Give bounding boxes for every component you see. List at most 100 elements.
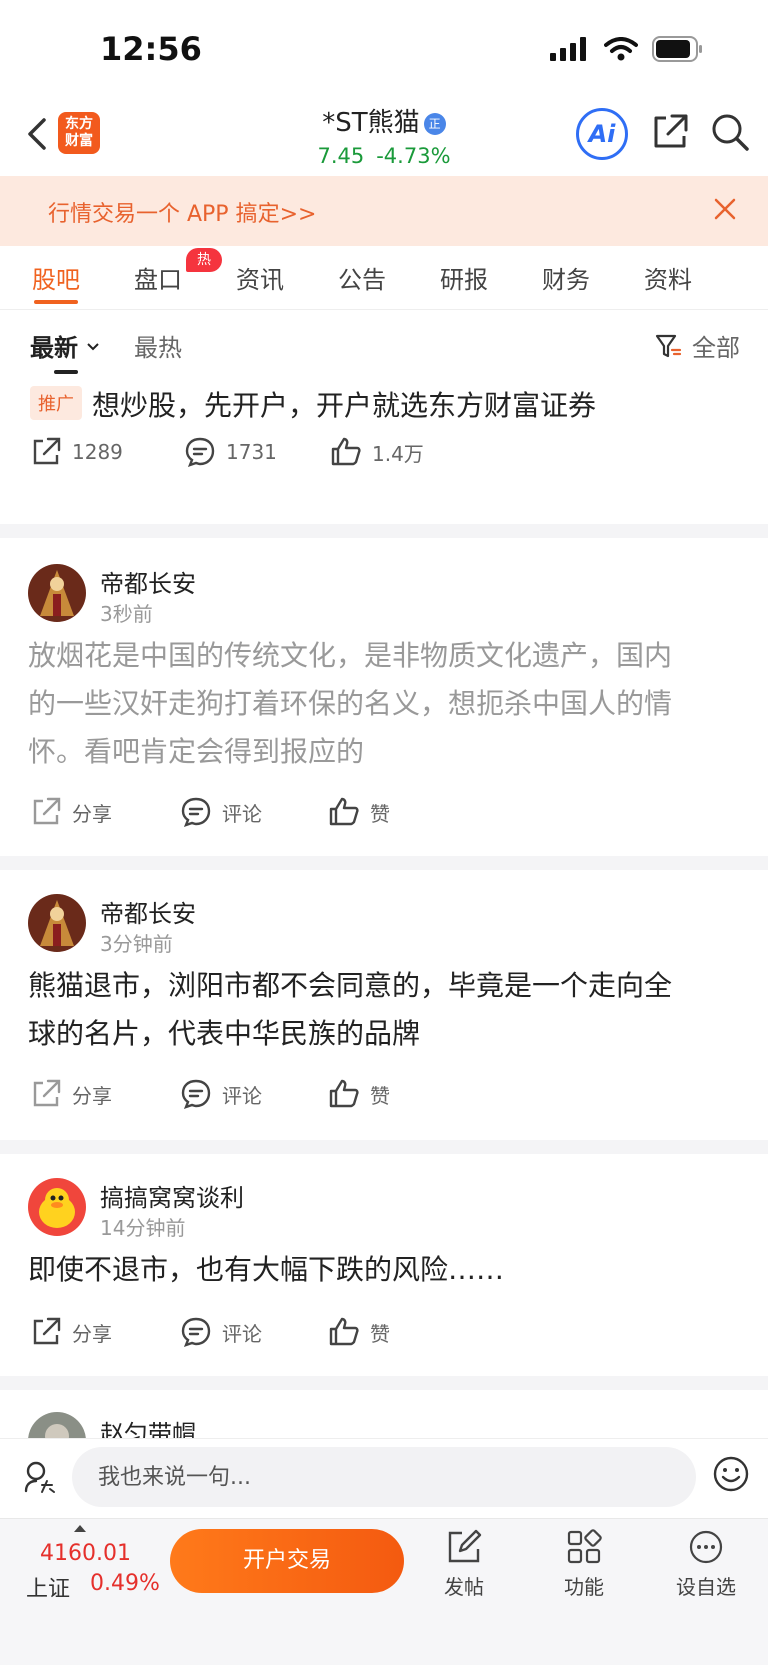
like-button[interactable]: 1.4万 xyxy=(330,436,424,468)
post-content[interactable]: 熊猫退市，浏阳市都不会同意的，毕竟是一个走向全 球的名片，代表中华民族的品牌 xyxy=(28,962,740,1058)
avatar[interactable] xyxy=(28,564,86,622)
sort-latest[interactable]: 最新 xyxy=(30,328,100,363)
like-label: 赞 xyxy=(370,1083,390,1108)
comment-input[interactable] xyxy=(72,1447,696,1507)
thumbs-up-icon xyxy=(329,1317,359,1346)
promo-post-actions: 1289 1731 1.4万 xyxy=(0,436,768,476)
index-name[interactable]: 上证 xyxy=(26,1571,70,1603)
post-item[interactable]: 搞搞窝窝谈利 14分钟前 即使不退市，也有大幅下跌的风险…… 分享 评论 赞 xyxy=(0,1178,768,1372)
section-divider xyxy=(0,524,768,538)
promo-tag: 推广 xyxy=(30,386,82,420)
more-icon xyxy=(689,1530,723,1564)
like-button[interactable]: 赞 xyxy=(328,1078,390,1110)
emoji-icon[interactable] xyxy=(712,1455,750,1493)
ai-assistant-button[interactable]: Ai xyxy=(576,108,628,160)
share-icon xyxy=(33,437,61,465)
comment-icon xyxy=(181,1317,211,1347)
avatar[interactable] xyxy=(28,1178,86,1236)
function-label: 功能 xyxy=(564,1575,604,1599)
user-switch-icon[interactable] xyxy=(22,1459,58,1495)
filter-icon xyxy=(655,334,682,357)
hot-badge: 热 xyxy=(186,248,222,272)
stock-price: 7.45 xyxy=(317,144,365,168)
tab-announcements[interactable]: 公告 xyxy=(338,260,386,295)
promo-banner-text[interactable]: 行情交易一个 APP 搞定>> xyxy=(48,196,316,228)
post-item[interactable]: 赵匀带帽 xyxy=(0,1412,768,1438)
avatar[interactable] xyxy=(28,894,86,952)
sort-bar: 最新 最热 全部 xyxy=(0,312,768,374)
status-bar: 12:56 xyxy=(0,0,768,100)
promo-post-title[interactable]: 想炒股，先开户，开户就选东方财富证券 xyxy=(92,384,596,424)
tab-news[interactable]: 资讯 xyxy=(236,260,284,295)
post-author[interactable]: 赵匀带帽 xyxy=(100,1414,196,1438)
post-author[interactable]: 帝都长安 xyxy=(100,564,196,599)
share-label: 分享 xyxy=(72,1083,112,1108)
share-label: 分享 xyxy=(72,801,112,826)
close-icon[interactable] xyxy=(710,194,740,224)
like-button[interactable]: 赞 xyxy=(328,1316,390,1348)
post-time: 14分钟前 xyxy=(100,1216,186,1240)
share-button[interactable]: 分享 xyxy=(30,796,112,828)
share-button[interactable]: 分享 xyxy=(30,1316,112,1348)
avatar[interactable] xyxy=(28,1412,86,1438)
grid-icon xyxy=(567,1529,602,1564)
post-content[interactable]: 即使不退市，也有大幅下跌的风险…… xyxy=(28,1246,740,1294)
tab-profile[interactable]: 资料 xyxy=(644,260,692,295)
comment-button[interactable]: 1731 xyxy=(184,436,277,468)
section-divider xyxy=(0,1376,768,1390)
active-tab-indicator xyxy=(34,300,78,304)
expand-up-icon[interactable] xyxy=(74,1525,86,1532)
post-author[interactable]: 帝都长安 xyxy=(100,894,196,929)
share-count: 1289 xyxy=(72,440,123,464)
post-item[interactable]: 帝都长安 3秒前 放烟花是中国的传统文化，是非物质文化遗产，国内 的一些汉奸走狗… xyxy=(0,564,768,850)
post-button[interactable]: 发帖 xyxy=(424,1529,504,1600)
sort-hottest[interactable]: 最热 xyxy=(134,328,182,363)
post-content-line: 怀。看吧肯定会得到报应的 xyxy=(28,735,365,768)
post-item[interactable]: 帝都长安 3分钟前 熊猫退市，浏阳市都不会同意的，毕竟是一个走向全 球的名片，代… xyxy=(0,894,768,1134)
share-button[interactable]: 1289 xyxy=(30,436,123,468)
share-button[interactable]: 分享 xyxy=(30,1078,112,1110)
tab-pankou[interactable]: 盘口 xyxy=(134,260,182,295)
comment-button[interactable]: 评论 xyxy=(180,796,262,828)
share-icon xyxy=(33,1317,61,1345)
chevron-down-icon xyxy=(87,343,100,351)
share-icon[interactable] xyxy=(650,112,690,152)
open-account-trade-button[interactable]: 开户交易 xyxy=(170,1529,404,1593)
tab-research[interactable]: 研报 xyxy=(440,260,488,295)
comment-button[interactable]: 评论 xyxy=(180,1316,262,1348)
tab-guba[interactable]: 股吧 xyxy=(32,260,80,295)
filter-button[interactable]: 全部 xyxy=(654,328,740,363)
status-icons xyxy=(550,36,704,62)
watchlist-label: 设自选 xyxy=(676,1575,736,1599)
bottom-toolbar: 4160.01 上证 0.49% 开户交易 发帖 功能 设自选 xyxy=(0,1518,768,1665)
post-author[interactable]: 搞搞窝窝谈利 xyxy=(100,1178,244,1213)
thumbs-up-icon xyxy=(331,437,361,466)
index-value[interactable]: 4160.01 xyxy=(40,1541,131,1566)
post-content-line: 熊猫退市，浏阳市都不会同意的，毕竟是一个走向全 xyxy=(28,969,673,1002)
like-button[interactable]: 赞 xyxy=(328,796,390,828)
functions-button[interactable]: 功能 xyxy=(544,1529,624,1600)
post-content-line: 的一些汉奸走狗打着环保的名义，想扼杀中国人的情 xyxy=(28,687,673,720)
share-icon xyxy=(33,1079,61,1107)
comment-button[interactable]: 评论 xyxy=(180,1078,262,1110)
tab-finance[interactable]: 财务 xyxy=(542,260,590,295)
verified-badge-icon: 正 xyxy=(423,113,446,135)
post-actions: 分享 评论 赞 xyxy=(0,1316,768,1356)
promo-banner[interactable]: 行情交易一个 APP 搞定>> xyxy=(0,176,768,246)
stock-change: -4.73% xyxy=(376,144,451,168)
comment-label: 评论 xyxy=(222,1321,262,1346)
stock-header: 东方 财富 *ST熊猫正 7.45 -4.73% Ai xyxy=(0,100,768,176)
search-icon[interactable] xyxy=(710,112,750,152)
post-content[interactable]: 放烟花是中国的传统文化，是非物质文化遗产，国内 的一些汉奸走狗打着环保的名义，想… xyxy=(28,632,740,776)
comment-label: 评论 xyxy=(222,801,262,826)
share-label: 分享 xyxy=(72,1321,112,1346)
wifi-icon xyxy=(604,37,638,61)
like-label: 赞 xyxy=(370,1321,390,1346)
signal-icon xyxy=(550,37,586,61)
section-divider xyxy=(0,856,768,870)
post-time: 3分钟前 xyxy=(100,932,173,956)
post-actions: 分享 评论 赞 xyxy=(0,1078,768,1118)
add-watchlist-button[interactable]: 设自选 xyxy=(666,1529,746,1600)
promo-post[interactable]: 推广 想炒股，先开户，开户就选东方财富证券 1289 1731 1.4万 xyxy=(0,378,768,524)
post-actions: 分享 评论 赞 xyxy=(0,796,768,836)
